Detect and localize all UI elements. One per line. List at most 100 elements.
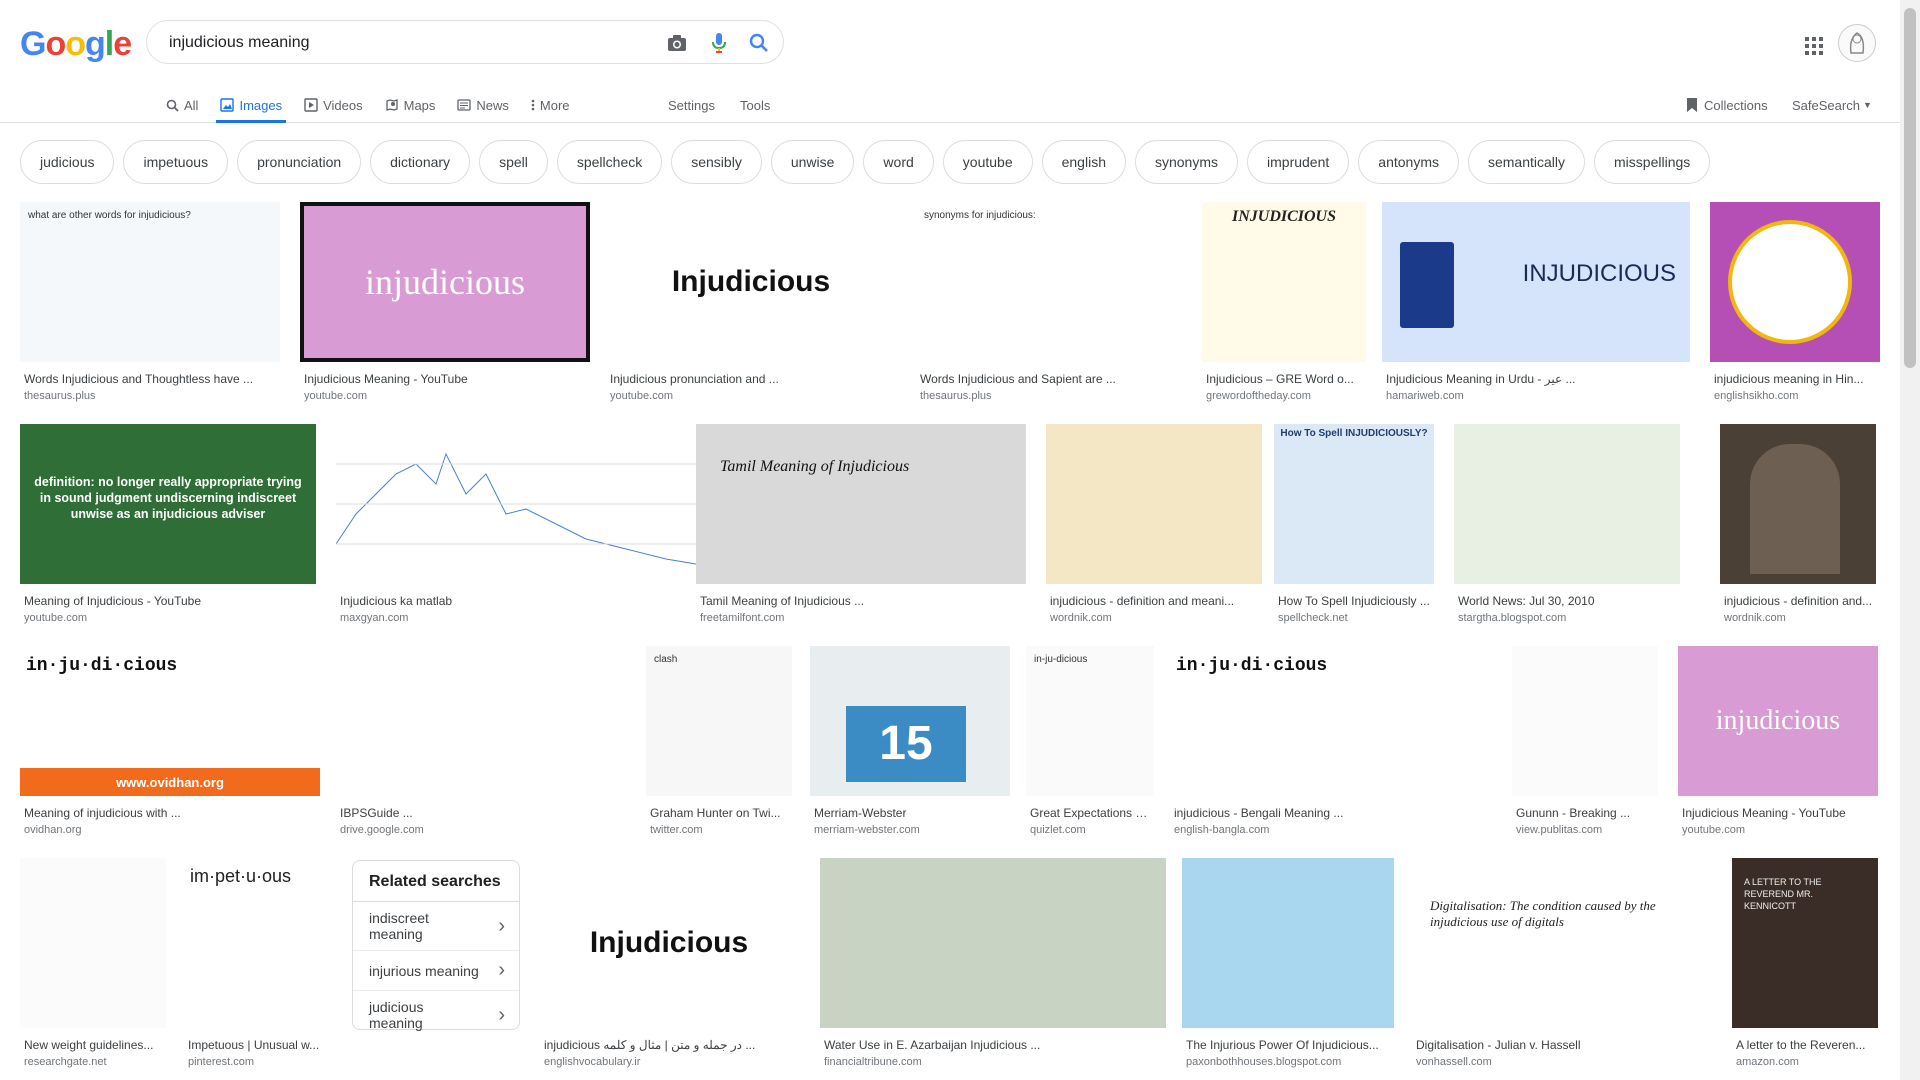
chip-word[interactable]: word — [863, 140, 934, 184]
image-result[interactable]: IBPSGuide ... drive.google.com — [336, 646, 646, 836]
image-result[interactable]: A LETTER TO THE REVEREND MR. KENNICOTT A … — [1732, 858, 1878, 1068]
image-title[interactable]: Digitalisation - Julian v. Hassell — [1412, 1038, 1714, 1052]
image-thumbnail[interactable] — [1720, 424, 1876, 584]
image-thumbnail[interactable] — [1454, 424, 1680, 584]
chip-youtube[interactable]: youtube — [942, 140, 1033, 184]
image-title[interactable]: New weight guidelines... — [20, 1038, 166, 1052]
image-result[interactable]: what are other words for injudicious? Wor… — [20, 202, 280, 402]
image-title[interactable]: Graham Hunter on Twi... — [646, 806, 792, 820]
search-box[interactable] — [146, 20, 784, 64]
chip-spell[interactable]: spell — [479, 140, 548, 184]
camera-icon[interactable] — [665, 31, 689, 55]
image-title[interactable]: Tamil Meaning of Injudicious ... — [696, 594, 1026, 608]
image-result[interactable]: Injudicious ka matlab maxgyan.com — [336, 424, 696, 624]
image-thumbnail[interactable]: synonyms for injudicious: — [916, 202, 1184, 362]
related-search-item[interactable]: injurious meaning › — [353, 951, 519, 991]
image-result[interactable]: in·ju·di·cious www.ovidhan.org Meaning of … — [20, 646, 320, 836]
chip-semantically[interactable]: semantically — [1467, 140, 1586, 184]
image-thumbnail[interactable] — [820, 858, 1166, 1028]
chip-spellcheck[interactable]: spellcheck — [556, 140, 663, 184]
tools-link[interactable]: Tools — [740, 88, 770, 122]
image-thumbnail[interactable]: injudicious — [300, 202, 590, 362]
settings-link[interactable]: Settings — [668, 88, 715, 122]
image-title[interactable]: How To Spell Injudiciously ... — [1274, 594, 1434, 608]
image-title[interactable]: Meaning of Injudicious - YouTube — [20, 594, 316, 608]
image-title[interactable]: Words Injudicious and Thoughtless have .… — [20, 372, 280, 386]
image-result[interactable]: How To Spell INJUDICIOUSLY? How To Spell … — [1274, 424, 1434, 624]
tab-videos[interactable]: Videos — [304, 88, 363, 122]
related-search-item[interactable]: indiscreet meaning › — [353, 902, 519, 951]
image-result[interactable]: 15 Merriam-Webster merriam-webster.com — [810, 646, 1010, 836]
image-thumbnail[interactable]: clash — [646, 646, 792, 796]
image-title[interactable]: Injudicious pronunciation and ... — [606, 372, 896, 386]
chip-pronunciation[interactable]: pronunciation — [237, 140, 362, 184]
image-result[interactable]: injudicious Injudicious Meaning - YouTube… — [1678, 646, 1878, 836]
image-result[interactable]: injudicious Injudicious Meaning - YouTube… — [300, 202, 590, 402]
image-thumbnail[interactable] — [336, 646, 646, 796]
chip-antonyms[interactable]: antonyms — [1358, 140, 1459, 184]
image-result[interactable]: in-ju-dicious Great Expectations C... quiz… — [1026, 646, 1154, 836]
tab-all[interactable]: All — [166, 88, 198, 122]
image-thumbnail[interactable]: in-ju-dicious — [1026, 646, 1154, 796]
image-result[interactable]: injudicious - definition and meani... wor… — [1046, 424, 1262, 624]
image-title[interactable]: Impetuous | Unusual w... — [184, 1038, 330, 1052]
image-result[interactable]: injudicious meaning in Hin... englishsikh… — [1710, 202, 1880, 402]
image-title[interactable]: Words Injudicious and Sapient are ... — [916, 372, 1184, 386]
image-result[interactable]: New weight guidelines... researchgate.net — [20, 858, 166, 1068]
image-result[interactable]: Injudicious injudicious در جمله و متن | م… — [540, 858, 798, 1068]
image-thumbnail[interactable]: im·pet·u·ous — [184, 858, 330, 1028]
image-thumbnail[interactable]: INJUDICIOUS — [1382, 202, 1690, 362]
image-thumbnail[interactable] — [1512, 646, 1658, 796]
image-thumbnail[interactable]: Injudicious — [540, 858, 798, 1028]
chip-sensibly[interactable]: sensibly — [671, 140, 762, 184]
image-result[interactable]: Water Use in E. Azarbaijan Injudicious .… — [820, 858, 1166, 1068]
chip-imprudent[interactable]: imprudent — [1247, 140, 1350, 184]
image-result[interactable]: in·ju·di·cious injudicious - Bengali Mean… — [1170, 646, 1474, 836]
image-thumbnail[interactable]: Injudicious — [606, 202, 896, 362]
image-title[interactable]: IBPSGuide ... — [336, 806, 646, 820]
image-title[interactable]: injudicious - Bengali Meaning ... — [1170, 806, 1474, 820]
chip-judicious[interactable]: judicious — [20, 140, 115, 184]
image-title[interactable]: Injudicious – GRE Word o... — [1202, 372, 1366, 386]
chip-english[interactable]: english — [1041, 140, 1126, 184]
image-title[interactable]: A letter to the Reveren... — [1732, 1038, 1878, 1052]
image-thumbnail[interactable] — [336, 424, 696, 584]
apps-grid-icon[interactable] — [1794, 26, 1834, 66]
image-title[interactable]: injudicious - definition and... — [1720, 594, 1876, 608]
image-thumbnail[interactable]: definition: no longer really appropriate… — [20, 424, 316, 584]
image-result[interactable]: im·pet·u·ous Impetuous | Unusual w... pint… — [184, 858, 330, 1068]
image-result[interactable]: The Injurious Power Of Injudicious... pax… — [1182, 858, 1394, 1068]
image-title[interactable]: injudicious در جمله و متن | مثال و کلمه … — [540, 1038, 798, 1052]
image-thumbnail[interactable]: Tamil Meaning of Injudicious — [696, 424, 1026, 584]
image-result[interactable]: injudicious - definition and... wordnik.c… — [1720, 424, 1876, 624]
image-thumbnail[interactable]: Digitalisation: The condition caused by … — [1412, 858, 1714, 1028]
image-result[interactable]: clash Graham Hunter on Twi... twitter.com — [646, 646, 792, 836]
search-input[interactable] — [167, 31, 631, 55]
image-title[interactable]: The Injurious Power Of Injudicious... — [1182, 1038, 1394, 1052]
image-title[interactable]: World News: Jul 30, 2010 — [1454, 594, 1680, 608]
image-title[interactable]: Water Use in E. Azarbaijan Injudicious .… — [820, 1038, 1166, 1052]
chip-impetuous[interactable]: impetuous — [123, 140, 229, 184]
image-title[interactable]: Merriam-Webster — [810, 806, 1010, 820]
safesearch-dropdown[interactable]: SafeSearch ▼ — [1792, 88, 1872, 122]
image-result[interactable]: Digitalisation: The condition caused by … — [1412, 858, 1714, 1068]
image-thumbnail[interactable]: injudicious — [1678, 646, 1878, 796]
chip-synonyms[interactable]: synonyms — [1134, 140, 1239, 184]
image-title[interactable]: Injudicious Meaning - YouTube — [1678, 806, 1878, 820]
image-title[interactable]: Gununn - Breaking ... — [1512, 806, 1658, 820]
chip-misspellings[interactable]: misspellings — [1594, 140, 1711, 184]
image-title[interactable]: Injudicious ka matlab — [336, 594, 696, 608]
image-thumbnail[interactable] — [1046, 424, 1262, 584]
google-logo[interactable]: Google — [20, 24, 132, 64]
image-thumbnail[interactable] — [20, 858, 166, 1028]
tab-more[interactable]: More — [531, 88, 570, 122]
image-result[interactable]: INJUDICIOUS Injudicious – GRE Word o... gr… — [1202, 202, 1366, 402]
image-result[interactable]: INJUDICIOUS Injudicious Meaning in Urdu -… — [1382, 202, 1690, 402]
image-thumbnail[interactable]: A LETTER TO THE REVEREND MR. KENNICOTT — [1732, 858, 1878, 1028]
image-result[interactable]: Gununn - Breaking ... view.publitas.com — [1512, 646, 1658, 836]
microphone-icon[interactable] — [707, 31, 731, 55]
image-thumbnail[interactable]: How To Spell INJUDICIOUSLY? — [1274, 424, 1434, 584]
chip-unwise[interactable]: unwise — [770, 140, 855, 184]
tab-maps[interactable]: Maps — [385, 88, 435, 122]
image-title[interactable]: injudicious - definition and meani... — [1046, 594, 1262, 608]
